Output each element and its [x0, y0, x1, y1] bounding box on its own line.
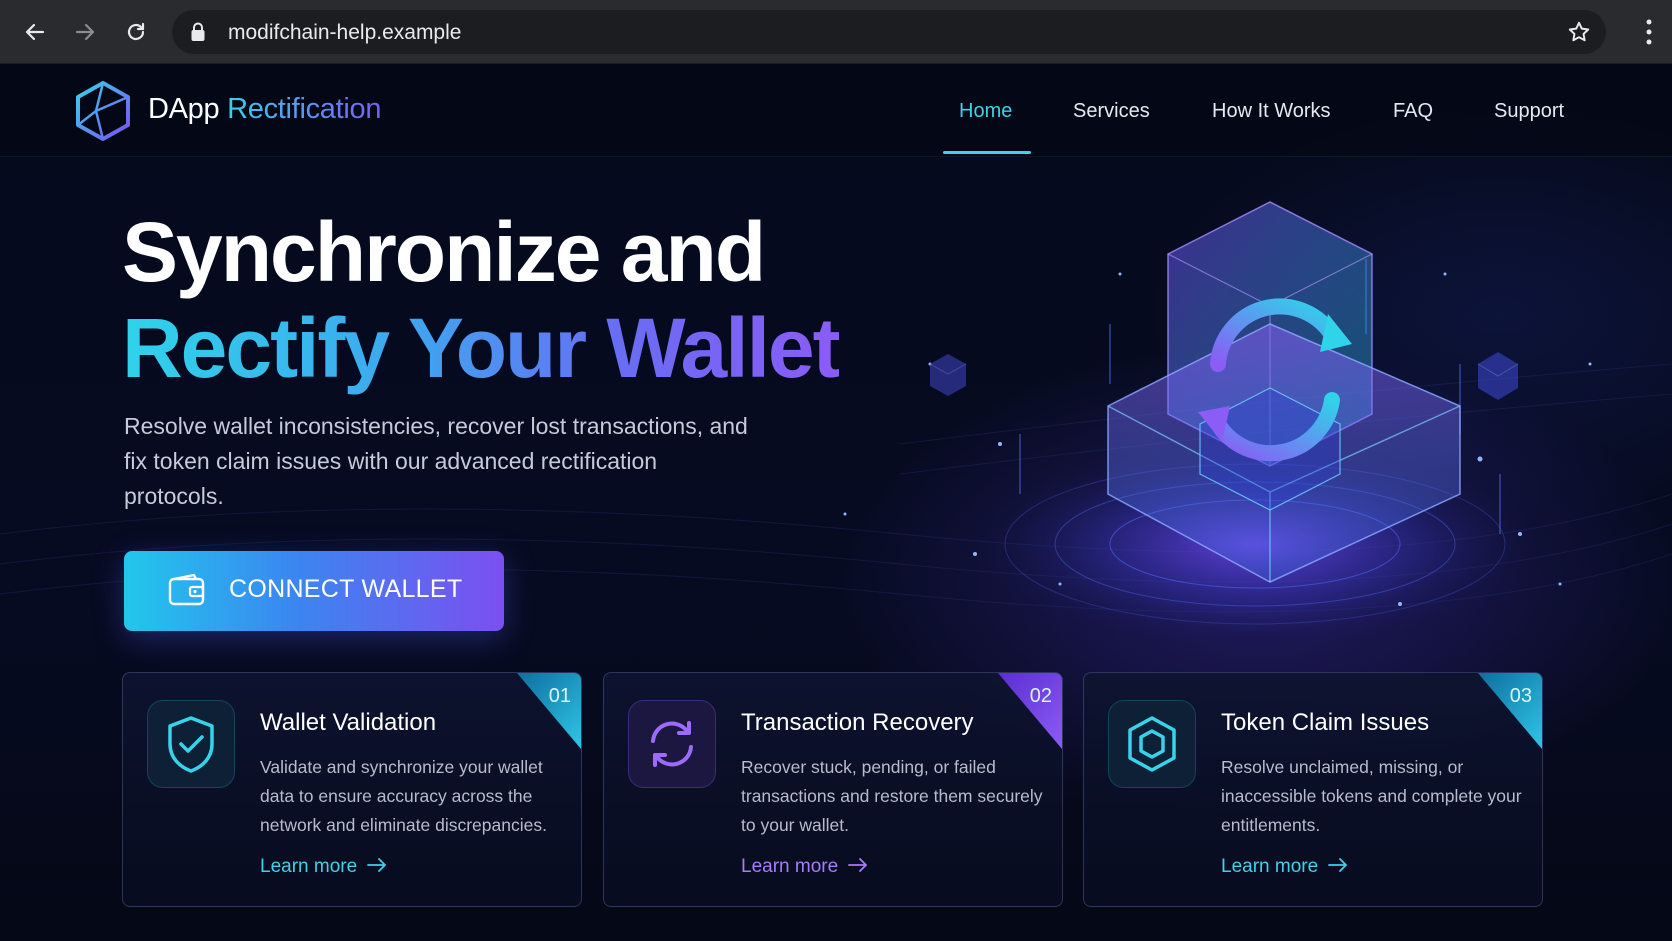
- nav-active-indicator: [943, 151, 1031, 154]
- feature-card-token-claim-issues[interactable]: 03 Token Claim Issues Resolve unclaimed,…: [1083, 672, 1543, 907]
- hexagon-icon: [1108, 700, 1196, 788]
- menu-dots-icon[interactable]: [1644, 16, 1654, 48]
- arrow-right-icon: [848, 856, 868, 878]
- hero-illustration: [929, 201, 1519, 583]
- feature-card-wallet-validation[interactable]: 01 Wallet Validation Validate and synchr…: [122, 672, 582, 907]
- logo-hexagon-icon[interactable]: [74, 80, 132, 147]
- feature-card-transaction-recovery[interactable]: 02 Transaction Recovery Recover stuck, p…: [603, 672, 1063, 907]
- address-bar[interactable]: modifchain-help.example: [172, 10, 1606, 54]
- forward-arrow-icon[interactable]: [67, 14, 103, 50]
- learn-more-label: Learn more: [260, 856, 358, 877]
- star-icon[interactable]: [1566, 19, 1592, 50]
- learn-more-link[interactable]: Learn more: [260, 856, 387, 878]
- card-number: 03: [1509, 685, 1532, 707]
- nav-support[interactable]: Support: [1494, 100, 1564, 123]
- connect-wallet-label: CONNECT WALLET: [229, 575, 463, 603]
- card-number: 02: [1029, 685, 1052, 707]
- brand-name[interactable]: DApp Rectification: [148, 93, 381, 126]
- shield-check-icon: [147, 700, 235, 788]
- card-description: Validate and synchronize your wallet dat…: [260, 757, 547, 835]
- nav-services[interactable]: Services: [1073, 100, 1150, 123]
- nav-home[interactable]: Home: [959, 100, 1012, 123]
- site-header: DApp Rectification Home Services How It …: [0, 64, 1672, 157]
- hero-subtitle: Resolve wallet inconsistencies, recover …: [124, 413, 748, 509]
- back-arrow-icon[interactable]: [17, 14, 53, 50]
- nav-faq[interactable]: FAQ: [1393, 100, 1433, 123]
- hero-title-line2: Rectify Your Wallet: [122, 301, 841, 395]
- connect-wallet-button[interactable]: CONNECT WALLET: [124, 551, 504, 631]
- website: DApp Rectification Home Services How It …: [0, 64, 1672, 941]
- card-description: Recover stuck, pending, or failed transa…: [741, 757, 1043, 835]
- card-title: Token Claim Issues: [1221, 709, 1430, 736]
- learn-more-link[interactable]: Learn more: [741, 856, 868, 878]
- browser-toolbar: modifchain-help.example: [0, 0, 1672, 64]
- brand-part-rectification: Rectification: [227, 93, 382, 125]
- card-title: Wallet Validation: [260, 709, 437, 736]
- nav-how-it-works[interactable]: How It Works: [1212, 100, 1331, 123]
- arrow-right-icon: [1328, 856, 1348, 878]
- card-title: Transaction Recovery: [741, 709, 974, 736]
- hero-title: Synchronize and Rectify Your Wallet: [122, 204, 841, 396]
- learn-more-link[interactable]: Learn more: [1221, 856, 1348, 878]
- learn-more-label: Learn more: [1221, 856, 1319, 877]
- url-text[interactable]: modifchain-help.example: [228, 21, 461, 45]
- brand-part-dapp: DApp: [148, 93, 220, 125]
- card-description: Resolve unclaimed, missing, or inaccessi…: [1221, 757, 1522, 835]
- lock-icon: [190, 22, 206, 47]
- wallet-icon: [168, 573, 206, 612]
- sync-icon: [628, 700, 716, 788]
- card-number: 01: [548, 685, 571, 707]
- reload-icon[interactable]: [118, 14, 154, 50]
- learn-more-label: Learn more: [741, 856, 839, 877]
- arrow-right-icon: [367, 856, 387, 878]
- hero-title-line1: Synchronize and: [122, 205, 766, 299]
